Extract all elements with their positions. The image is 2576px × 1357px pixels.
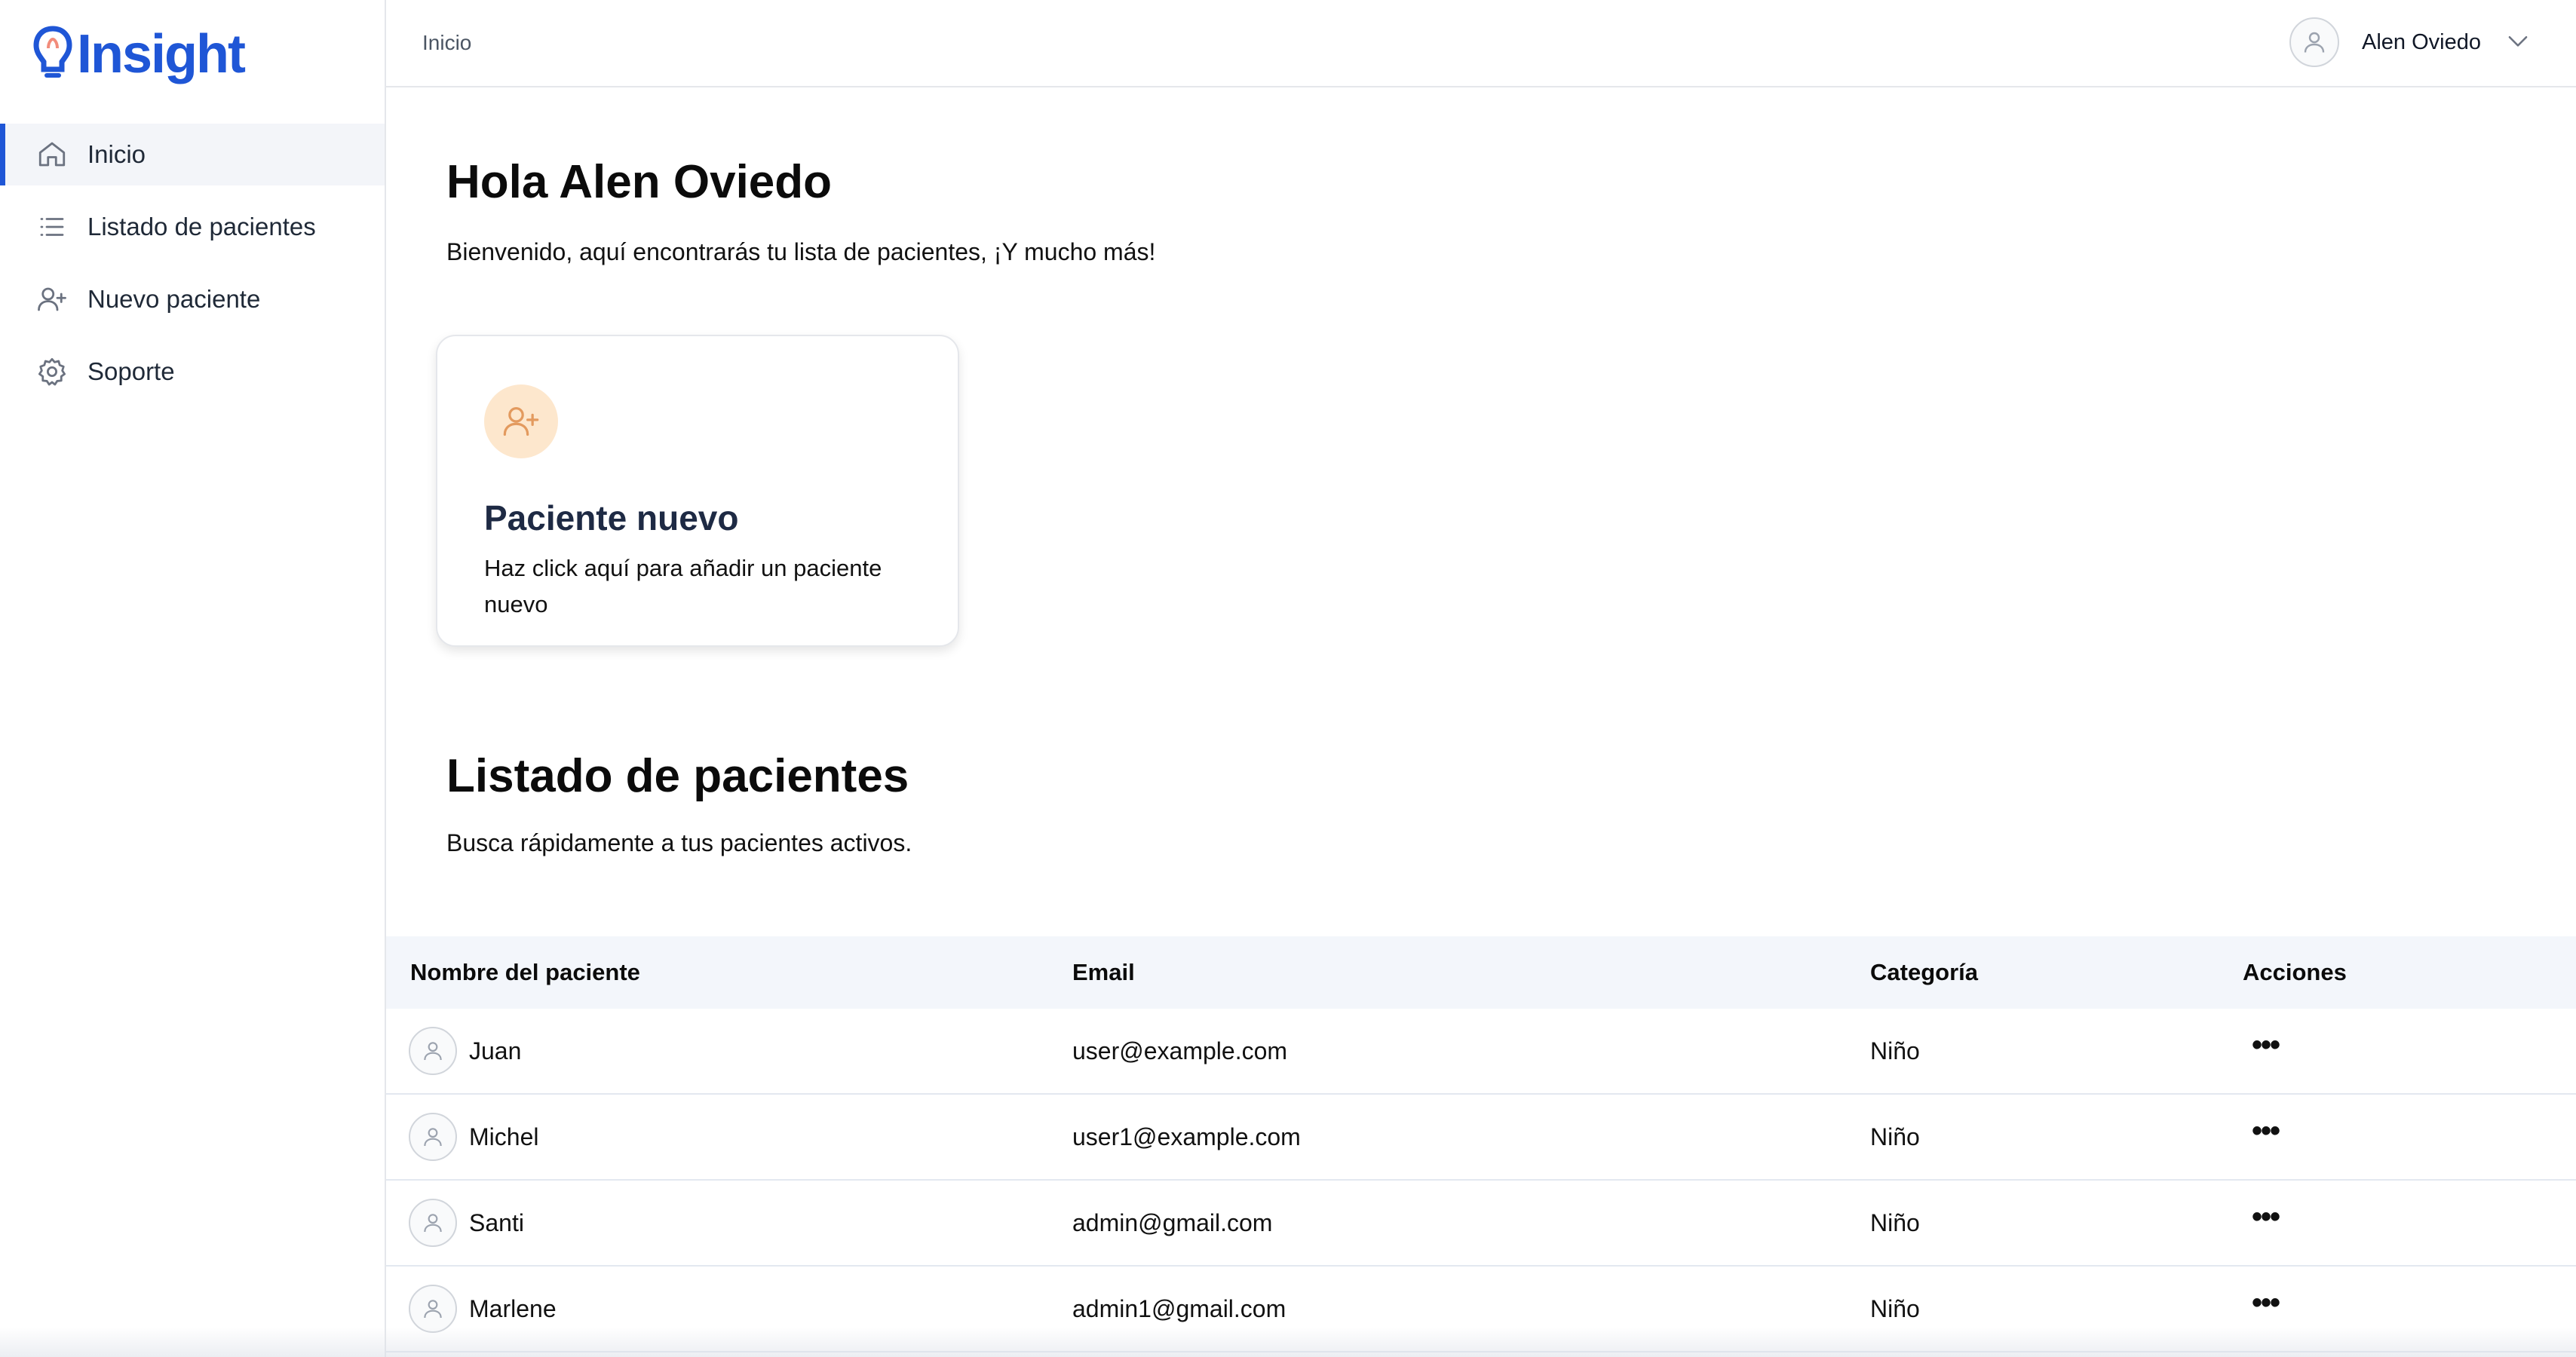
user-icon [424, 1300, 442, 1319]
user-icon [424, 1214, 442, 1233]
column-header-email: Email [1072, 959, 1135, 985]
sidebar-item-label: Inicio [87, 140, 146, 168]
avatar [409, 1113, 457, 1161]
lightbulb-icon [33, 26, 72, 78]
list-icon [40, 218, 64, 236]
patient-category: Niño [1870, 1123, 1920, 1150]
patient-category: Niño [1870, 1208, 1920, 1236]
avatar [409, 1285, 457, 1333]
patients-table: Nombre del paciente Email Categoría Acci… [386, 936, 2576, 1352]
page-title: Hola Alen Oviedo [446, 156, 833, 208]
user-name[interactable]: Alen Oviedo [2362, 30, 2481, 55]
sidebar-nav: Inicio Listado de pacientes Nuevo pacien… [0, 124, 385, 413]
gear-icon [38, 357, 66, 386]
patient-email: admin@gmail.com [1072, 1208, 1273, 1236]
main-content: Hola Alen Oviedo Bienvenido, aquí encont… [386, 87, 2576, 1357]
table-header: Nombre del paciente Email Categoría Acci… [386, 936, 2576, 1009]
sidebar-item-soporte[interactable]: Soporte [0, 341, 385, 403]
card-description: Haz click aquí para añadir un paciente n… [484, 555, 882, 617]
sidebar-item-label: Nuevo paciente [87, 285, 261, 313]
sidebar-item-label: Soporte [87, 357, 175, 385]
sidebar: Insight Inicio Listado de pacientes Nuev… [0, 0, 386, 1357]
user-icon [2304, 32, 2325, 53]
more-actions-icon[interactable]: ••• [2243, 1028, 2288, 1062]
sidebar-item-inicio[interactable]: Inicio [0, 124, 385, 185]
patient-email: user1@example.com [1072, 1123, 1301, 1150]
more-actions-icon[interactable]: ••• [2243, 1286, 2288, 1320]
breadcrumb[interactable]: Inicio [422, 31, 471, 55]
patient-name-cell: Michel [409, 1095, 538, 1179]
user-icon [424, 1042, 442, 1061]
card-title: Paciente nuevo [484, 498, 739, 538]
patient-email: user@example.com [1072, 1037, 1288, 1064]
patient-name: Juan [469, 1037, 522, 1064]
patients-section-title: Listado de pacientes [446, 750, 909, 802]
bottom-fade [0, 1327, 2576, 1357]
more-actions-icon[interactable]: ••• [2243, 1200, 2288, 1234]
column-header-category: Categoría [1870, 959, 1978, 985]
new-patient-card[interactable]: Paciente nuevo Haz click aquí para añadi… [436, 335, 959, 647]
brand-logo[interactable]: Insight [33, 24, 246, 84]
topbar: Inicio Alen Oviedo [386, 0, 2576, 87]
more-actions-icon[interactable]: ••• [2243, 1114, 2288, 1148]
avatar[interactable] [2289, 17, 2339, 67]
avatar [409, 1027, 457, 1075]
patient-category: Niño [1870, 1037, 1920, 1064]
table-row[interactable]: Michel user1@example.com Niño ••• [386, 1095, 2576, 1181]
patient-name-cell: Juan [409, 1009, 521, 1093]
table-row[interactable]: Santi admin@gmail.com Niño ••• [386, 1181, 2576, 1267]
brand-name: Insight [77, 24, 246, 84]
patient-name: Marlene [469, 1294, 557, 1322]
patients-section-subtitle: Busca rápidamente a tus pacientes activo… [446, 829, 912, 856]
patient-name: Santi [469, 1208, 524, 1236]
patient-name-cell: Santi [409, 1181, 524, 1265]
sidebar-item-label: Listado de pacientes [87, 213, 316, 240]
table-row[interactable]: Juan user@example.com Niño ••• [386, 1009, 2576, 1095]
user-plus-icon [38, 287, 66, 311]
sidebar-item-listado-de-pacientes[interactable]: Listado de pacientes [0, 196, 385, 258]
welcome-subtitle: Bienvenido, aquí encontrarás tu lista de… [446, 238, 1156, 265]
patient-name: Michel [469, 1123, 539, 1150]
user-menu[interactable]: Alen Oviedo [2289, 15, 2532, 69]
home-icon [38, 142, 66, 167]
column-header-actions: Acciones [2243, 959, 2347, 985]
chevron-down-icon[interactable] [2504, 26, 2532, 59]
column-header-name: Nombre del paciente [410, 959, 640, 985]
user-icon [424, 1128, 442, 1147]
user-plus-icon [484, 384, 558, 458]
avatar [409, 1199, 457, 1247]
sidebar-item-nuevo-paciente[interactable]: Nuevo paciente [0, 268, 385, 330]
